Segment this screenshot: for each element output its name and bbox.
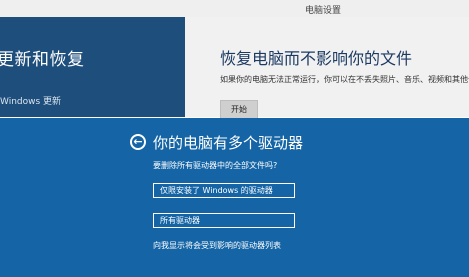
back-arrow-icon[interactable]: ←	[130, 134, 146, 150]
dialog-question: 要删除所有驱动器中的全部文件吗?	[153, 161, 278, 170]
multiple-drives-dialog: ← 你的电脑有多个驱动器 要删除所有驱动器中的全部文件吗? 仅限安装了 Wind…	[0, 118, 469, 277]
show-affected-drives-link[interactable]: 向我显示将会受到影响的驱动器列表	[153, 240, 281, 251]
windows-drive-only-button[interactable]: 仅限安装了 Windows 的驱动器	[153, 183, 295, 198]
all-drives-button[interactable]: 所有驱动器	[153, 213, 295, 228]
description-text: 如果你的电脑无法正常运行，你可以在不丢失照片、音乐、视频和其他个人文件的情况下对…	[220, 75, 469, 84]
sidebar: 更新和恢复 Windows 更新	[0, 17, 185, 117]
title-bar: 电脑设置	[0, 0, 469, 18]
sidebar-item-windows-update[interactable]: Windows 更新	[0, 94, 61, 107]
dialog-title: 你的电脑有多个驱动器	[153, 134, 304, 152]
page-title: 恢复电脑而不影响你的文件	[220, 49, 413, 68]
sidebar-heading: 更新和恢复	[0, 50, 85, 70]
main-content: 恢复电脑而不影响你的文件 如果你的电脑无法正常运行，你可以在不丢失照片、音乐、视…	[185, 17, 469, 119]
start-button[interactable]: 开始	[220, 100, 258, 119]
window-title: 电脑设置	[305, 6, 342, 16]
